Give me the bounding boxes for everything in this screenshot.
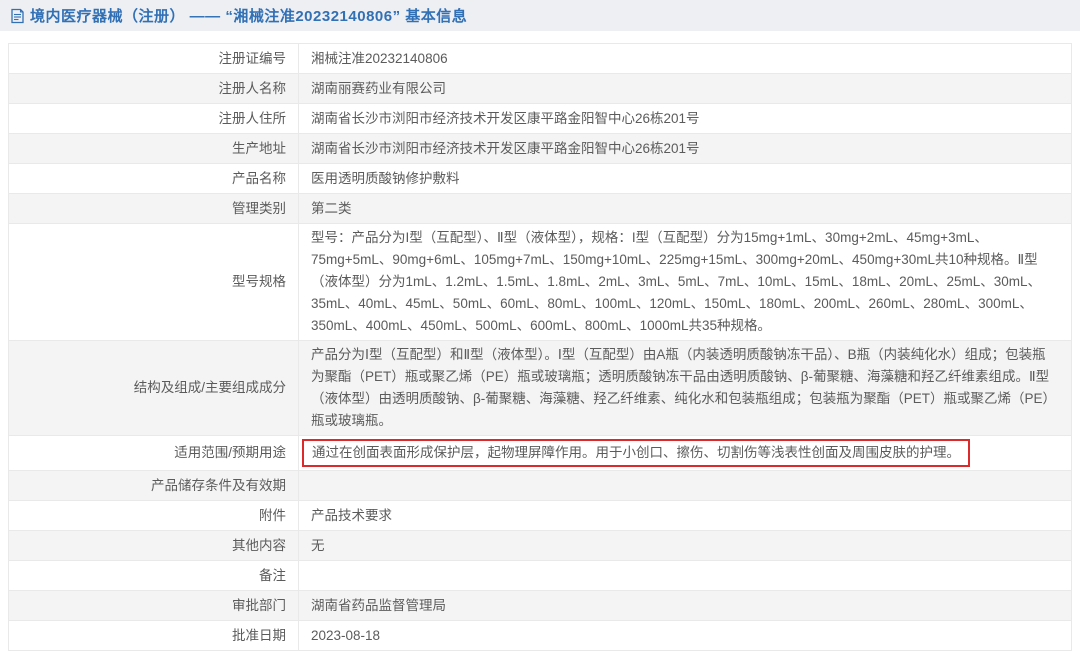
table-row-approval-date: 批准日期 2023-08-18 <box>9 621 1071 651</box>
table-row-structure-composition: 结构及组成/主要组成成分 产品分为Ⅰ型（互配型）和Ⅱ型（液体型）。Ⅰ型（互配型）… <box>9 341 1071 436</box>
page-title-bar: 境内医疗器械（注册） —— “湘械注准20232140806” 基本信息 <box>0 0 1080 31</box>
table-row-registration-number: 注册证编号 湘械注准20232140806 <box>9 44 1071 74</box>
table-row-storage-validity: 产品储存条件及有效期 <box>9 471 1071 501</box>
row-label: 注册人住所 <box>9 104 299 133</box>
row-label: 结构及组成/主要组成成分 <box>9 341 299 435</box>
row-value: 湘械注准20232140806 <box>311 50 448 66</box>
row-value: 湖南省长沙市浏阳市经济技术开发区康平路金阳智中心26栋201号 <box>311 140 700 156</box>
row-label: 注册人名称 <box>9 74 299 103</box>
table-row-approval-department: 审批部门 湖南省药品监督管理局 <box>9 591 1071 621</box>
row-label: 管理类别 <box>9 194 299 223</box>
table-row-attachment: 附件 产品技术要求 <box>9 501 1071 531</box>
table-row-production-address: 生产地址 湖南省长沙市浏阳市经济技术开发区康平路金阳智中心26栋201号 <box>9 134 1071 164</box>
row-label: 附件 <box>9 501 299 530</box>
table-row-intended-use: 适用范围/预期用途 通过在创面表面形成保护层，起物理屏障作用。用于小创口、擦伤、… <box>9 436 1071 471</box>
highlight-box: 通过在创面表面形成保护层，起物理屏障作用。用于小创口、擦伤、切割伤等浅表性创面及… <box>302 439 970 467</box>
row-label: 产品名称 <box>9 164 299 193</box>
row-label: 适用范围/预期用途 <box>9 436 299 470</box>
row-value: 产品分为Ⅰ型（互配型）和Ⅱ型（液体型）。Ⅰ型（互配型）由A瓶（内装透明质酸钠冻干… <box>311 347 1057 428</box>
table-row-remarks: 备注 <box>9 561 1071 591</box>
row-label: 注册证编号 <box>9 44 299 73</box>
row-value: 2023-08-18 <box>311 627 381 643</box>
row-value: 湖南省药品监督管理局 <box>311 597 446 613</box>
row-value: 产品技术要求 <box>311 507 392 523</box>
table-row-management-class: 管理类别 第二类 <box>9 194 1071 224</box>
page-title: 境内医疗器械（注册） —— “湘械注准20232140806” 基本信息 <box>30 8 468 25</box>
table-row-product-name: 产品名称 医用透明质酸钠修护敷料 <box>9 164 1071 194</box>
registration-info-table: 注册证编号 湘械注准20232140806 注册人名称 湖南丽赛药业有限公司 注… <box>8 43 1072 651</box>
row-label: 备注 <box>9 561 299 590</box>
row-value: 无 <box>311 537 325 553</box>
row-label: 审批部门 <box>9 591 299 620</box>
row-value: 湖南丽赛药业有限公司 <box>311 80 446 96</box>
row-value: 第二类 <box>311 200 352 216</box>
table-row-other-content: 其他内容 无 <box>9 531 1071 561</box>
row-value: 型号：产品分为I型（互配型）、Ⅱ型（液体型），规格：I型（互配型）分为15mg+… <box>311 230 1041 333</box>
document-icon <box>10 8 25 24</box>
table-row-model-specs: 型号规格 型号：产品分为I型（互配型）、Ⅱ型（液体型），规格：I型（互配型）分为… <box>9 224 1071 341</box>
row-label: 批准日期 <box>9 621 299 650</box>
table-row-registrant-address: 注册人住所 湖南省长沙市浏阳市经济技术开发区康平路金阳智中心26栋201号 <box>9 104 1071 134</box>
table-row-registrant-name: 注册人名称 湖南丽赛药业有限公司 <box>9 74 1071 104</box>
row-value: 医用透明质酸钠修护敷料 <box>311 170 460 186</box>
row-label: 其他内容 <box>9 531 299 560</box>
row-label: 产品储存条件及有效期 <box>9 471 299 500</box>
row-value: 湖南省长沙市浏阳市经济技术开发区康平路金阳智中心26栋201号 <box>311 110 700 126</box>
row-label: 型号规格 <box>9 224 299 340</box>
row-label: 生产地址 <box>9 134 299 163</box>
